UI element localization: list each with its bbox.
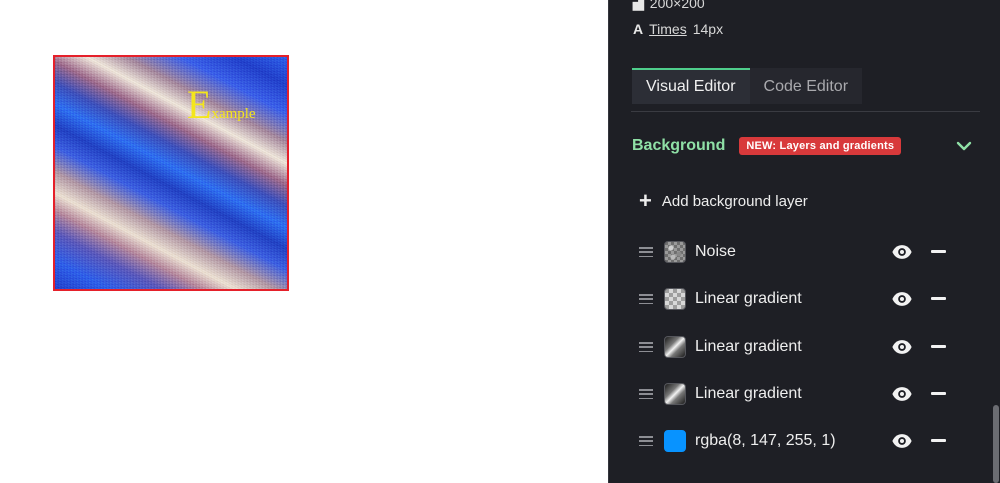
layer-row[interactable]: rgba(8, 147, 255, 1) <box>639 427 959 455</box>
remove-layer-button[interactable] <box>931 250 946 253</box>
size-info: ▟ 200×200 <box>633 0 705 11</box>
layer-swatch[interactable] <box>664 336 686 358</box>
remove-layer-button[interactable] <box>931 439 946 442</box>
plus-icon: + <box>639 188 652 213</box>
preview-text: Example <box>187 85 256 125</box>
layer-label: Noise <box>695 243 736 260</box>
layer-label: Linear gradient <box>695 338 802 355</box>
new-feature-badge: NEW: Layers and gradients <box>739 137 902 155</box>
divider <box>631 111 980 112</box>
font-name-link[interactable]: Times <box>649 21 687 37</box>
layer-row[interactable]: Linear gradient <box>639 285 959 313</box>
layer-label: Linear gradient <box>695 385 802 402</box>
eye-icon[interactable] <box>891 430 913 452</box>
eye-icon[interactable] <box>891 288 913 310</box>
tab-code-editor[interactable]: Code Editor <box>749 68 863 104</box>
style-panel: ▟ 200×200 A Times 14px Visual Editor Cod… <box>608 0 1000 483</box>
font-info: A Times 14px <box>633 21 723 37</box>
drag-handle-icon[interactable] <box>639 342 653 352</box>
background-title: Background <box>632 137 726 154</box>
font-icon: A <box>633 21 644 37</box>
remove-layer-button[interactable] <box>931 392 946 395</box>
add-background-layer-button[interactable]: + Add background layer <box>639 190 808 212</box>
remove-layer-button[interactable] <box>931 297 946 300</box>
eye-icon[interactable] <box>891 383 913 405</box>
image-size-icon: ▟ <box>633 0 644 10</box>
tab-visual-editor[interactable]: Visual Editor <box>632 68 750 104</box>
remove-layer-button[interactable] <box>931 345 946 348</box>
layer-swatch[interactable] <box>664 383 686 405</box>
editor-tabs: Visual Editor Code Editor <box>632 68 863 104</box>
layer-row[interactable]: Linear gradient <box>639 333 959 361</box>
layer-label: Linear gradient <box>695 290 802 307</box>
layer-swatch[interactable] <box>664 430 686 452</box>
drag-handle-icon[interactable] <box>639 247 653 257</box>
layer-row[interactable]: Linear gradient <box>639 380 959 408</box>
drag-handle-icon[interactable] <box>639 294 653 304</box>
chevron-down-icon[interactable] <box>954 136 974 156</box>
layer-row[interactable]: Noise <box>639 238 959 266</box>
layer-label: rgba(8, 147, 255, 1) <box>695 432 836 449</box>
layer-swatch[interactable] <box>664 288 686 310</box>
add-layer-label: Add background layer <box>661 192 808 210</box>
preview-text-rest: xample <box>211 106 256 122</box>
drag-handle-icon[interactable] <box>639 436 653 446</box>
size-value: 200×200 <box>649 0 705 11</box>
drag-handle-icon[interactable] <box>639 389 653 399</box>
panel-scrollbar[interactable] <box>993 405 999 483</box>
preview-text-initial: E <box>187 82 212 127</box>
eye-icon[interactable] <box>891 241 913 263</box>
font-size-value: 14px <box>692 21 724 37</box>
eye-icon[interactable] <box>891 336 913 358</box>
preview-box[interactable]: Example <box>53 55 289 291</box>
layer-swatch[interactable] <box>664 241 686 263</box>
canvas-area: Example <box>0 0 608 483</box>
background-section-header[interactable]: Background NEW: Layers and gradients <box>632 134 980 158</box>
